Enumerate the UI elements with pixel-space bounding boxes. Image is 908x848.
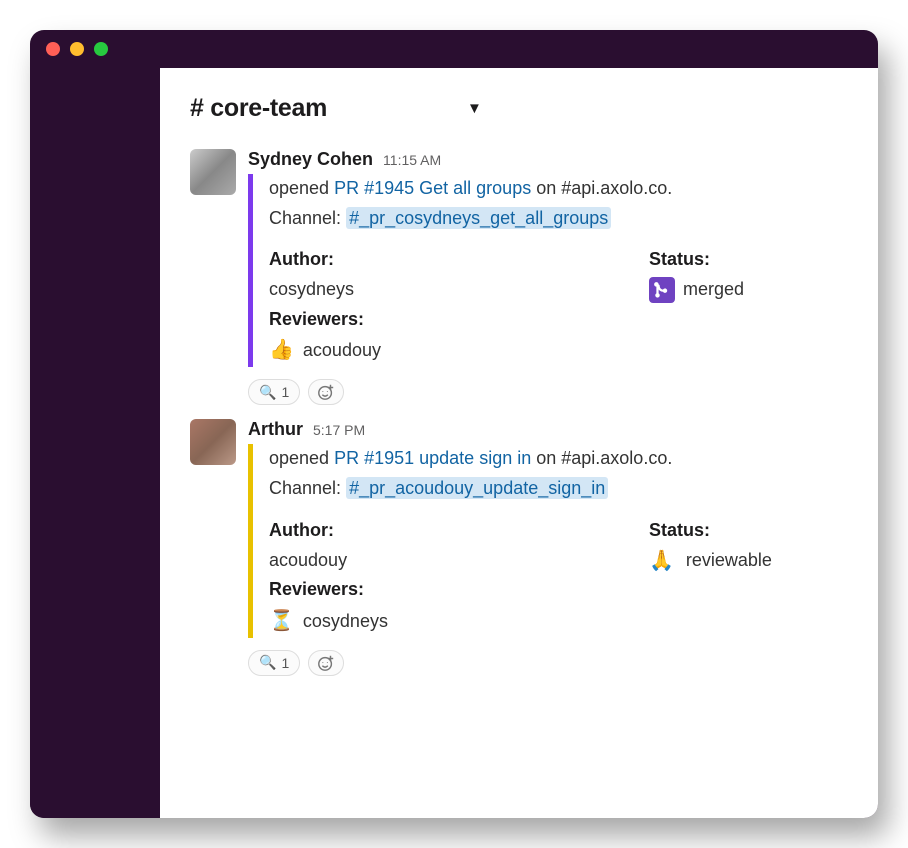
reaction-count: 1 bbox=[281, 655, 289, 671]
reaction-pill[interactable]: 🔍 1 bbox=[248, 379, 300, 405]
message: Arthur 5:17 PM opened PR #1951 update si… bbox=[190, 419, 848, 675]
author-label: Author: bbox=[269, 516, 649, 546]
opened-suffix: on #api.axolo.co. bbox=[531, 448, 672, 468]
opened-prefix: opened bbox=[269, 178, 334, 198]
message-time: 5:17 PM bbox=[313, 422, 365, 438]
status-text: reviewable bbox=[686, 546, 772, 576]
message-time: 11:15 AM bbox=[383, 152, 441, 168]
pr-link[interactable]: PR #1945 Get all groups bbox=[334, 178, 531, 198]
channel-link[interactable]: #_pr_cosydneys_get_all_groups bbox=[346, 207, 611, 229]
git-merge-icon bbox=[649, 277, 675, 303]
message: Sydney Cohen 11:15 AM opened PR #1945 Ge… bbox=[190, 149, 848, 405]
add-reaction-button[interactable] bbox=[308, 650, 344, 676]
hourglass-icon: ⏳ bbox=[269, 605, 294, 638]
channel-header[interactable]: # core-team ▼ bbox=[190, 94, 848, 123]
channel-label: Channel: bbox=[269, 208, 346, 228]
pr-link[interactable]: PR #1951 update sign in bbox=[334, 448, 531, 468]
window-body: # core-team ▼ Sydney Cohen 11:15 AM open… bbox=[30, 68, 878, 818]
window-close-button[interactable] bbox=[46, 42, 60, 56]
main-content: # core-team ▼ Sydney Cohen 11:15 AM open… bbox=[160, 68, 878, 818]
reviewer-name: acoudouy bbox=[298, 340, 381, 360]
reactions-bar: 🔍 1 bbox=[248, 650, 848, 676]
channel-link[interactable]: #_pr_acoudouy_update_sign_in bbox=[346, 477, 608, 499]
message-attachment: opened PR #1951 update sign in on #api.a… bbox=[248, 444, 848, 637]
sidebar bbox=[30, 68, 160, 818]
opened-prefix: opened bbox=[269, 448, 334, 468]
message-author[interactable]: Arthur bbox=[248, 419, 303, 440]
add-reaction-button[interactable] bbox=[308, 379, 344, 405]
reviewers-label: Reviewers: bbox=[269, 305, 649, 335]
reaction-count: 1 bbox=[281, 384, 289, 400]
window-titlebar bbox=[30, 30, 878, 68]
reviewer-name: cosydneys bbox=[298, 611, 388, 631]
avatar[interactable] bbox=[190, 419, 236, 465]
opened-suffix: on #api.axolo.co. bbox=[531, 178, 672, 198]
status-label: Status: bbox=[649, 516, 848, 546]
message-attachment: opened PR #1945 Get all groups on #api.a… bbox=[248, 174, 848, 367]
author-label: Author: bbox=[269, 245, 649, 275]
window-maximize-button[interactable] bbox=[94, 42, 108, 56]
magnifier-icon: 🔍 bbox=[259, 384, 276, 401]
channel-label: Channel: bbox=[269, 478, 346, 498]
pray-icon: 🙏 bbox=[649, 548, 674, 573]
window-minimize-button[interactable] bbox=[70, 42, 84, 56]
author-value: acoudouy bbox=[269, 546, 649, 576]
channel-name: # core-team bbox=[190, 94, 327, 123]
reviewers-label: Reviewers: bbox=[269, 575, 649, 605]
reactions-bar: 🔍 1 bbox=[248, 379, 848, 405]
reaction-pill[interactable]: 🔍 1 bbox=[248, 650, 300, 676]
message-author[interactable]: Sydney Cohen bbox=[248, 149, 373, 170]
magnifier-icon: 🔍 bbox=[259, 654, 276, 671]
avatar[interactable] bbox=[190, 149, 236, 195]
chevron-down-icon[interactable]: ▼ bbox=[467, 100, 482, 117]
status-label: Status: bbox=[649, 245, 848, 275]
slack-window: # core-team ▼ Sydney Cohen 11:15 AM open… bbox=[30, 30, 878, 818]
thumbs-up-icon: 👍 bbox=[269, 334, 294, 367]
author-value: cosydneys bbox=[269, 275, 649, 305]
status-text: merged bbox=[683, 275, 744, 305]
